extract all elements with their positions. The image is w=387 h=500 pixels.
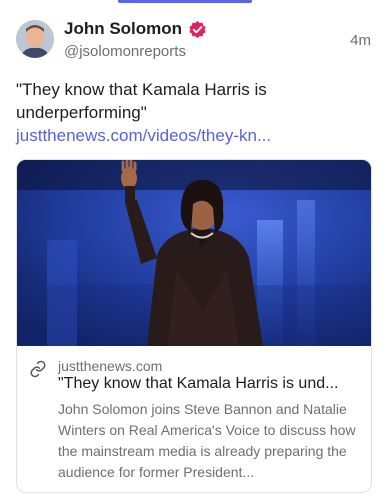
link-icon	[30, 360, 46, 378]
avatar[interactable]	[16, 20, 54, 58]
post-text: "They know that Kamala Harris is underpe…	[16, 78, 368, 147]
verified-badge-icon	[189, 20, 206, 38]
post-header: John Solomon @jsolomonreports 4m	[16, 18, 371, 64]
preview-description: John Solomon joins Steve Bannon and Nata…	[58, 401, 356, 480]
preview-title[interactable]: "They know that Kamala Harris is und...	[58, 375, 368, 393]
post-body: "They know that Kamala Harris is underpe…	[16, 80, 267, 122]
post-link[interactable]: justthenews.com/videos/they-kn...	[16, 126, 271, 145]
top-accent-bar	[118, 0, 252, 3]
author-name[interactable]: John Solomon	[64, 19, 182, 39]
preview-domain: justthenews.com	[58, 358, 163, 374]
link-preview-card[interactable]: justthenews.com "They know that Kamala H…	[16, 159, 372, 493]
preview-image	[17, 160, 371, 346]
author-handle[interactable]: @jsolomonreports	[64, 43, 186, 60]
post-timestamp: 4m	[350, 32, 371, 49]
